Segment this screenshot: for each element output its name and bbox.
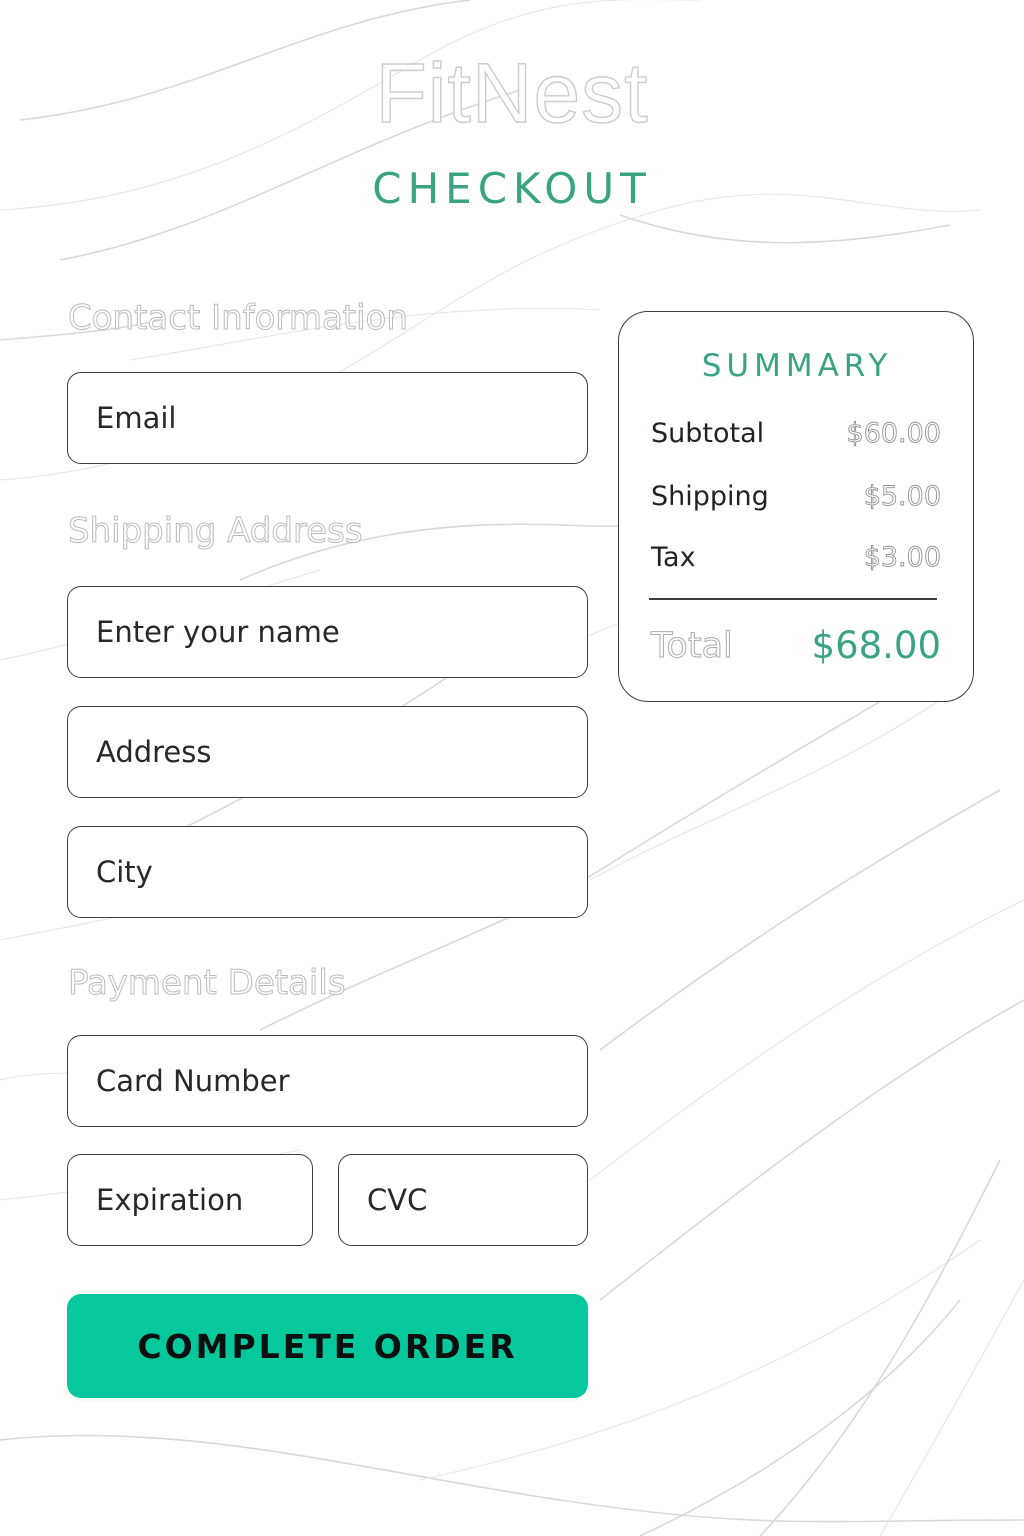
expiration-input[interactable] (68, 1155, 312, 1245)
cvc-field[interactable] (338, 1154, 588, 1246)
page-title: CHECKOUT (372, 164, 652, 213)
summary-row-label: Tax (651, 542, 696, 573)
payment-section-heading: Payment Details (68, 963, 347, 1004)
complete-order-button[interactable]: COMPLETE ORDER (67, 1294, 588, 1398)
address-field[interactable] (67, 706, 588, 798)
cvc-input[interactable] (339, 1155, 587, 1245)
brand-logo: FitNest (375, 46, 649, 140)
card-number-input[interactable] (68, 1036, 587, 1126)
order-summary-card: SUMMARY Subtotal $60.00 Shipping $5.00 T… (618, 311, 974, 702)
summary-row-value: $3.00 (863, 542, 941, 574)
city-field[interactable] (67, 826, 588, 918)
summary-row-value: $60.00 (846, 418, 941, 450)
city-input[interactable] (68, 827, 587, 917)
contact-section-heading: Contact Information (68, 298, 409, 339)
summary-row-shipping: Shipping $5.00 (651, 477, 941, 517)
email-field[interactable] (67, 372, 588, 464)
summary-total-label: Total (651, 626, 734, 667)
expiration-field[interactable] (67, 1154, 313, 1246)
name-field[interactable] (67, 586, 588, 678)
summary-divider (649, 598, 937, 600)
card-number-field[interactable] (67, 1035, 588, 1127)
summary-row-tax: Tax $3.00 (651, 538, 941, 578)
email-input[interactable] (68, 373, 587, 463)
summary-title: SUMMARY (701, 348, 893, 384)
name-input[interactable] (68, 587, 587, 677)
summary-row-label: Subtotal (651, 418, 765, 449)
summary-total-value: $68.00 (811, 624, 941, 667)
shipping-section-heading: Shipping Address (68, 511, 364, 552)
summary-row-value: $5.00 (863, 481, 941, 513)
summary-row-subtotal: Subtotal $60.00 (651, 414, 941, 454)
address-input[interactable] (68, 707, 587, 797)
summary-row-label: Shipping (651, 481, 769, 512)
